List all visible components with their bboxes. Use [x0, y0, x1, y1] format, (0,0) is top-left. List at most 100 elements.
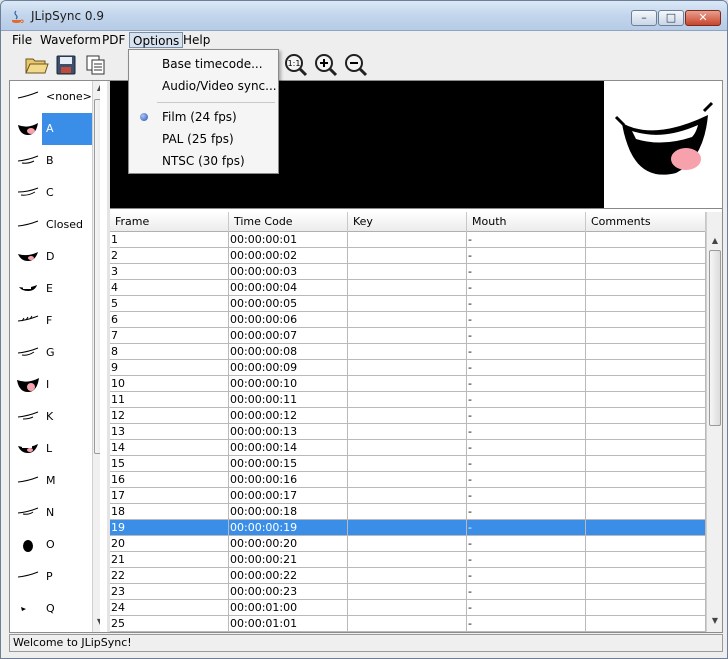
scroll-down-arrow-icon[interactable]: ▼	[95, 617, 100, 629]
cell-frame[interactable]: 21	[110, 552, 229, 568]
cell-key[interactable]	[348, 312, 467, 328]
cell-mouth[interactable]: -	[467, 312, 586, 328]
cell-time-code[interactable]: 00:00:00:07	[229, 328, 348, 344]
cell-comments[interactable]	[586, 360, 706, 376]
cell-key[interactable]	[348, 376, 467, 392]
cell-comments[interactable]	[586, 328, 706, 344]
cell-time-code[interactable]: 00:00:00:14	[229, 440, 348, 456]
cell-frame[interactable]: 7	[110, 328, 229, 344]
menu-file[interactable]: File	[9, 32, 35, 48]
cell-frame[interactable]: 2	[110, 248, 229, 264]
cell-frame[interactable]: 14	[110, 440, 229, 456]
cell-mouth[interactable]: -	[467, 328, 586, 344]
cell-time-code[interactable]: 00:00:01:00	[229, 600, 348, 616]
scroll-up-arrow-icon[interactable]: ▲	[95, 83, 100, 95]
cell-mouth[interactable]: -	[467, 616, 586, 632]
cell-frame[interactable]: 5	[110, 296, 229, 312]
cell-comments[interactable]	[586, 376, 706, 392]
mouth-item-m[interactable]: M	[10, 465, 100, 497]
table-row[interactable]: 22 00:00:00:22 -	[110, 568, 706, 584]
table-row[interactable]: 13 00:00:00:13 -	[110, 424, 706, 440]
mouth-item-d[interactable]: D	[10, 241, 100, 273]
menu-help[interactable]: Help	[180, 32, 213, 48]
cell-frame[interactable]: 6	[110, 312, 229, 328]
table-row[interactable]: 24 00:00:01:00 -	[110, 600, 706, 616]
cell-comments[interactable]	[586, 568, 706, 584]
cell-mouth[interactable]: -	[467, 376, 586, 392]
table-row[interactable]: 6 00:00:00:06 -	[110, 312, 706, 328]
cell-frame[interactable]: 18	[110, 504, 229, 520]
mouth-item-o[interactable]: O	[10, 529, 100, 561]
cell-key[interactable]	[348, 568, 467, 584]
cell-comments[interactable]	[586, 552, 706, 568]
menu-waveform[interactable]: Waveform	[37, 32, 104, 48]
cell-key[interactable]	[348, 424, 467, 440]
cell-mouth[interactable]: -	[467, 296, 586, 312]
cell-comments[interactable]	[586, 264, 706, 280]
cell-time-code[interactable]: 00:00:00:01	[229, 232, 348, 248]
table-row[interactable]: 1 00:00:00:01 -	[110, 232, 706, 248]
table-row[interactable]: 5 00:00:00:05 -	[110, 296, 706, 312]
cell-key[interactable]	[348, 328, 467, 344]
cell-frame[interactable]: 13	[110, 424, 229, 440]
cell-comments[interactable]	[586, 280, 706, 296]
cell-comments[interactable]	[586, 296, 706, 312]
cell-frame[interactable]: 4	[110, 280, 229, 296]
cell-mouth[interactable]: -	[467, 232, 586, 248]
scroll-up-arrow-icon[interactable]: ▲	[710, 236, 720, 248]
cell-time-code[interactable]: 00:00:00:13	[229, 424, 348, 440]
cell-comments[interactable]	[586, 344, 706, 360]
cell-comments[interactable]	[586, 392, 706, 408]
cell-key[interactable]	[348, 552, 467, 568]
mouth-item-g[interactable]: G	[10, 337, 100, 369]
cell-comments[interactable]	[586, 456, 706, 472]
cell-comments[interactable]	[586, 584, 706, 600]
cell-time-code[interactable]: 00:00:00:17	[229, 488, 348, 504]
cell-comments[interactable]	[586, 248, 706, 264]
table-row[interactable]: 23 00:00:00:23 -	[110, 584, 706, 600]
zoom-in-button[interactable]	[313, 53, 339, 77]
menu-item-film-24fps[interactable]: Film (24 fps)	[130, 106, 277, 128]
table-row[interactable]: 4 00:00:00:04 -	[110, 280, 706, 296]
cell-comments[interactable]	[586, 312, 706, 328]
cell-comments[interactable]	[586, 408, 706, 424]
cell-key[interactable]	[348, 392, 467, 408]
cell-mouth[interactable]: -	[467, 440, 586, 456]
cell-key[interactable]	[348, 520, 467, 536]
column-header-time-code[interactable]: Time Code	[229, 212, 348, 232]
table-row[interactable]: 21 00:00:00:21 -	[110, 552, 706, 568]
cell-frame[interactable]: 10	[110, 376, 229, 392]
table-row[interactable]: 7 00:00:00:07 -	[110, 328, 706, 344]
cell-key[interactable]	[348, 536, 467, 552]
cell-key[interactable]	[348, 472, 467, 488]
mouth-list[interactable]: <none> A B C Closed D E F G I K L M N O …	[10, 81, 100, 632]
cell-time-code[interactable]: 00:00:00:16	[229, 472, 348, 488]
cell-time-code[interactable]: 00:00:00:22	[229, 568, 348, 584]
column-header-frame[interactable]: Frame	[110, 212, 229, 232]
grid-scroll-thumb[interactable]	[709, 250, 721, 426]
mouth-item-i[interactable]: I	[10, 369, 100, 401]
table-row[interactable]: 25 00:00:01:01 -	[110, 616, 706, 632]
cell-comments[interactable]	[586, 440, 706, 456]
cell-key[interactable]	[348, 600, 467, 616]
scroll-down-arrow-icon[interactable]: ▼	[710, 616, 720, 628]
table-row[interactable]: 14 00:00:00:14 -	[110, 440, 706, 456]
mouth-item-a[interactable]: A	[10, 113, 100, 145]
cell-mouth[interactable]: -	[467, 456, 586, 472]
mouth-item-l[interactable]: L	[10, 433, 100, 465]
cell-key[interactable]	[348, 296, 467, 312]
cell-comments[interactable]	[586, 536, 706, 552]
cell-frame[interactable]: 8	[110, 344, 229, 360]
cell-comments[interactable]	[586, 488, 706, 504]
column-header-mouth[interactable]: Mouth	[467, 212, 586, 232]
cell-comments[interactable]	[586, 504, 706, 520]
cell-time-code[interactable]: 00:00:00:02	[229, 248, 348, 264]
table-row[interactable]: 17 00:00:00:17 -	[110, 488, 706, 504]
cell-time-code[interactable]: 00:00:00:19	[229, 520, 348, 536]
cell-time-code[interactable]: 00:00:00:08	[229, 344, 348, 360]
cell-key[interactable]	[348, 584, 467, 600]
cell-comments[interactable]	[586, 424, 706, 440]
mouth-item-c[interactable]: C	[10, 177, 100, 209]
cell-key[interactable]	[348, 248, 467, 264]
cell-key[interactable]	[348, 232, 467, 248]
